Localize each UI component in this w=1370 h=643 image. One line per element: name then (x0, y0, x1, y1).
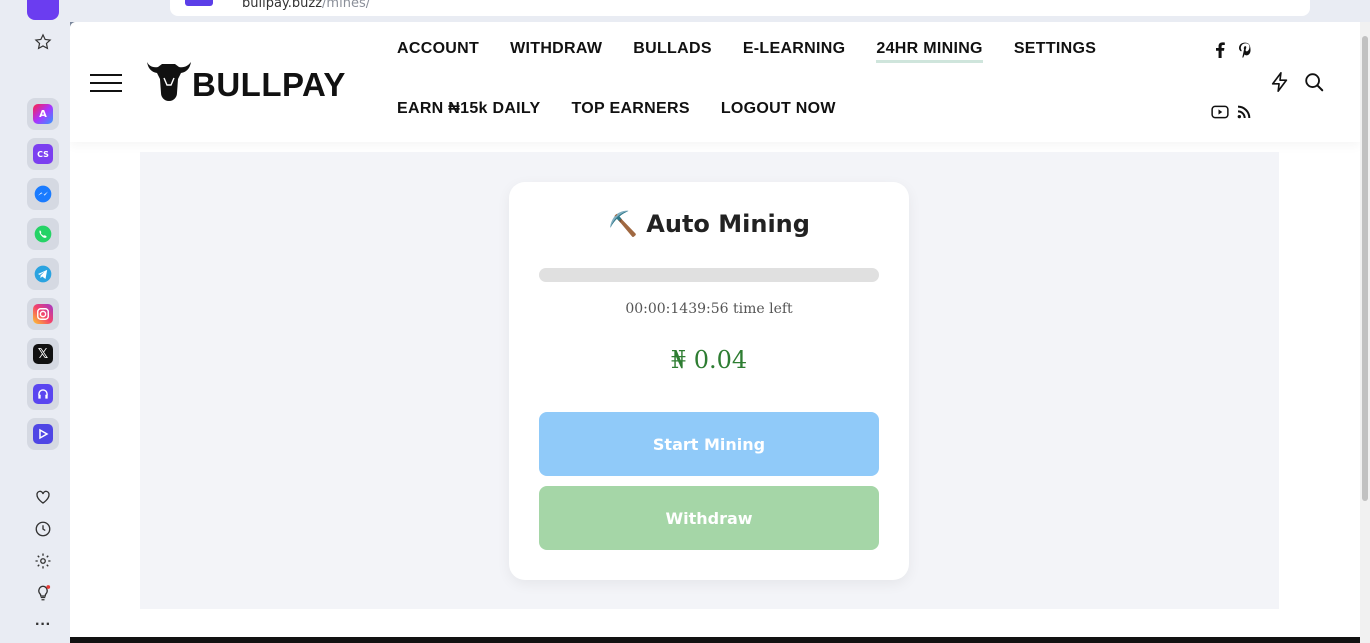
nav-top-earners[interactable]: TOP EARNERS (572, 100, 690, 120)
browser-sidebar: A CS 𝕏 ··· (0, 0, 70, 643)
nav-logout[interactable]: LOGOUT NOW (721, 100, 836, 120)
more-icon[interactable]: ··· (31, 613, 55, 637)
nav-e-learning[interactable]: E-LEARNING (743, 40, 846, 63)
nav-bullads[interactable]: BULLADS (633, 40, 712, 63)
nav-withdraw[interactable]: WITHDRAW (510, 40, 602, 63)
vpn-badge[interactable] (185, 0, 213, 6)
music-icon[interactable] (27, 378, 59, 410)
mining-progress-bar (539, 268, 879, 282)
telegram-icon[interactable] (27, 258, 59, 290)
nav-24hr-mining[interactable]: 24HR MINING (876, 40, 983, 63)
history-icon[interactable] (31, 517, 55, 541)
site-logo[interactable]: BULLPAY (144, 56, 346, 104)
nav-earn-daily[interactable]: EARN ₦15k DAILY (397, 100, 541, 120)
url-host: bullpay.buzz (242, 0, 323, 11)
pickaxe-icon: ⛏️ (608, 210, 638, 238)
time-left-text: 00:00:1439:56 time left (625, 301, 793, 317)
heart-icon[interactable] (31, 485, 55, 509)
mining-card: ⛏️ Auto Mining 00:00:1439:56 time left ₦… (509, 182, 909, 580)
pinterest-icon[interactable] (1235, 40, 1255, 60)
workspace-icon[interactable] (27, 0, 59, 20)
withdraw-button[interactable]: Withdraw (539, 486, 879, 550)
player-icon[interactable] (27, 418, 59, 450)
scrollbar-thumb[interactable] (1362, 36, 1368, 501)
mined-amount: ₦ 0.04 (670, 346, 748, 374)
youtube-icon[interactable] (1210, 102, 1230, 122)
bull-logo-icon (147, 62, 191, 101)
url-path: /mines/ (322, 0, 371, 11)
card-title: ⛏️ Auto Mining (509, 210, 909, 238)
x-icon[interactable]: 𝕏 (27, 338, 59, 370)
page-viewport: BULLPAY ACCOUNT WITHDRAW BULLADS E-LEARN… (70, 22, 1360, 643)
rss-icon[interactable] (1234, 102, 1254, 122)
cs-icon[interactable]: CS (27, 138, 59, 170)
nav-row-primary: ACCOUNT WITHDRAW BULLADS E-LEARNING 24HR… (397, 40, 1127, 63)
flash-icon[interactable] (1268, 70, 1292, 94)
facebook-icon[interactable] (1210, 40, 1230, 60)
star-icon[interactable] (31, 30, 55, 54)
card-title-text: Auto Mining (646, 210, 810, 238)
footer-edge (70, 637, 1360, 643)
page-scrollbar[interactable] (1360, 22, 1370, 643)
nav-account[interactable]: ACCOUNT (397, 40, 479, 63)
start-mining-button[interactable]: Start Mining (539, 412, 879, 476)
site-header: BULLPAY ACCOUNT WITHDRAW BULLADS E-LEARN… (70, 22, 1360, 142)
search-icon[interactable] (1302, 70, 1326, 94)
whatsapp-icon[interactable] (27, 218, 59, 250)
logo-text: BULLPAY (192, 66, 346, 103)
browser-toolbar: bullpay.buzz/mines/ (70, 0, 1370, 22)
nav-settings[interactable]: SETTINGS (1014, 40, 1096, 63)
menu-icon[interactable] (90, 74, 122, 94)
instagram-icon[interactable] (27, 298, 59, 330)
aria-icon[interactable]: A (27, 98, 59, 130)
url-text[interactable]: bullpay.buzz/mines/ (242, 0, 370, 11)
nav-row-secondary: EARN ₦15k DAILY TOP EARNERS LOGOUT NOW (397, 100, 867, 120)
lightbulb-icon[interactable] (31, 581, 55, 605)
messenger-icon[interactable] (27, 178, 59, 210)
settings-icon[interactable] (31, 549, 55, 573)
